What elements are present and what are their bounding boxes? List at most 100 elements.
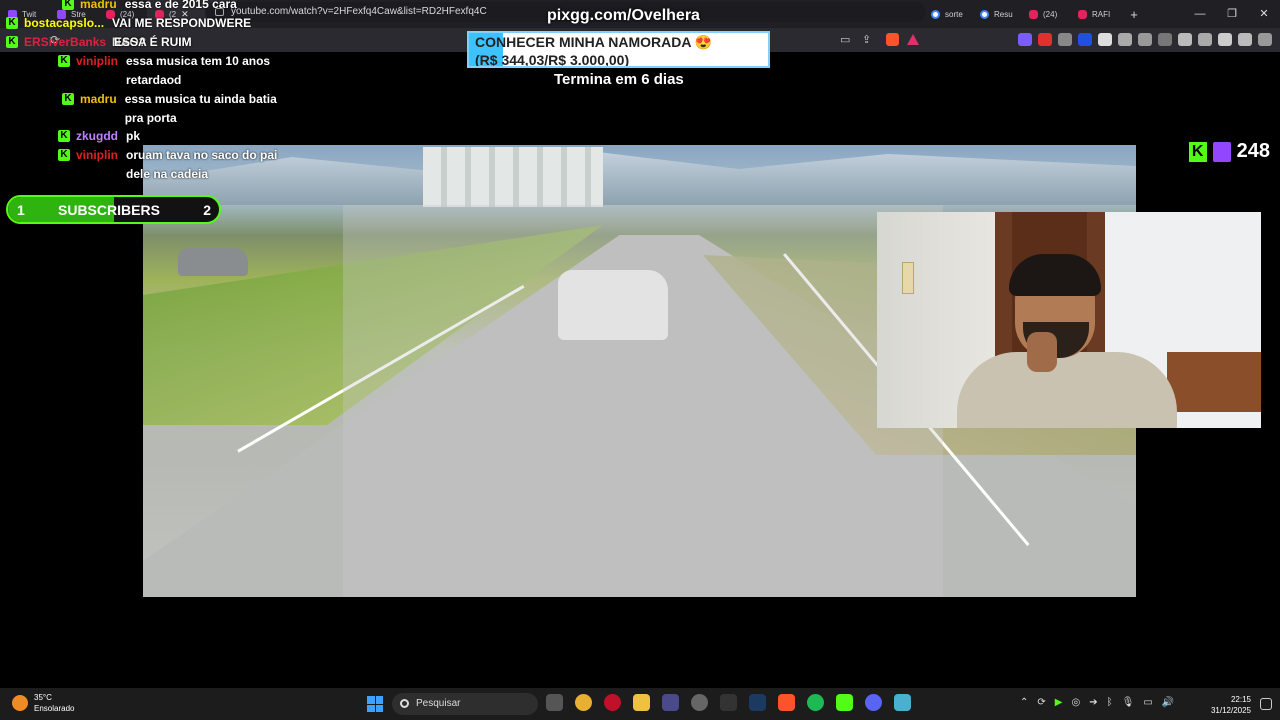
chat-username: madru [80,92,117,106]
chat-message: K ERSiverBanks ESSA É RUIM [6,33,284,52]
kick-badge-icon: K [6,36,18,48]
share-icon[interactable]: ⇪ [862,33,871,46]
notepad-icon[interactable] [894,694,911,711]
weather-temp: 35°C [34,693,52,702]
browser-tab-label: (24) [1043,9,1058,19]
video-car-grey [178,248,248,276]
extension-icon[interactable] [1098,33,1112,46]
file-explorer-icon[interactable] [633,694,650,711]
search-placeholder: Pesquisar [416,698,461,709]
chrome-icon[interactable] [575,694,592,711]
browser-tab-label: sorte [945,9,963,19]
donation-goal-amount: (R$ 344,03/R$ 3.000,00) [475,52,630,68]
taskbar-clock[interactable]: 22:15 31/12/2025 [1211,694,1251,716]
browser-tab[interactable]: RAFI [1070,0,1119,28]
bluetooth-icon[interactable]: ᛒ [1107,697,1113,708]
kick-badge-icon: K [58,149,70,161]
restore-button[interactable]: ❐ [1216,0,1248,28]
chat-message: Kviniplin essa musica tem 10 anos retarda… [58,52,296,90]
browser-tab-label: Resu [994,9,1013,19]
volume-icon[interactable]: 🔊 [1162,697,1174,708]
network-icon[interactable]: ▭ [1143,697,1152,708]
chat-username: viniplin [76,148,118,162]
kick-badge-icon: K [62,0,74,10]
webcam-person-hand [1027,332,1057,372]
brave-icon[interactable] [778,694,795,711]
browser-tab[interactable]: Resu [972,0,1021,28]
taskbar-search[interactable]: Pesquisar [392,693,538,715]
window-controls: — ❐ ✕ [1184,0,1280,28]
extension-icon[interactable] [1018,33,1032,46]
notification-icon[interactable] [1260,698,1272,710]
opera-icon[interactable] [604,694,621,711]
video-overlay-haze [343,205,943,597]
menu-icon[interactable] [1258,33,1272,46]
weather-widget[interactable]: 35°C Ensolarado [12,692,74,714]
chat-text: essa e de 2015 cara [124,0,237,11]
wallet-icon[interactable] [1198,33,1212,46]
minimize-button[interactable]: — [1184,0,1216,28]
media-icon[interactable] [1158,33,1172,46]
extension-icon[interactable] [1078,33,1092,46]
sun-icon [12,695,28,711]
viewer-count-value: 248 [1236,140,1270,162]
webcam-table [1167,352,1261,412]
task-view-icon[interactable] [546,694,563,711]
arrow-icon[interactable]: ➔ [1089,697,1097,708]
kick-app-icon[interactable] [836,694,853,711]
chat-text: pk [126,129,141,143]
chat-username: madru [80,0,117,11]
github-icon[interactable] [691,694,708,711]
chat-message: Kmadru essa e de 2015 cara [62,0,295,14]
clock-time: 22:15 [1230,695,1251,704]
webcam-light-switch [902,262,914,294]
windows-taskbar: 35°C Ensolarado Pesquisar ⌃ ⟳ ▶ ◎ ➔ ᛒ 🎙 … [0,688,1280,720]
chat-message: Kviniplin oruam tava no saco do pai dele … [58,146,296,184]
kick-badge-icon: K [58,55,70,67]
webcam-feed [877,212,1261,428]
brave-shields-icon[interactable] [886,33,899,46]
chevron-up-icon[interactable]: ⌃ [1020,697,1028,708]
vpn-icon[interactable] [1238,33,1252,46]
brave-rewards-icon[interactable] [907,34,919,45]
steam-icon[interactable] [749,694,766,711]
browser-tab[interactable]: (24) [1021,0,1070,28]
app-icon[interactable] [720,694,737,711]
sidebar-icon[interactable] [1178,33,1192,46]
app-icon[interactable] [662,694,679,711]
extension-icon[interactable] [1038,33,1052,46]
mic-icon[interactable]: 🎙 [1122,697,1135,708]
sync-icon[interactable]: ⟳ [1037,697,1045,708]
browser-tab[interactable]: sorte [923,0,972,28]
chrome-icon [931,9,940,19]
extension-icon[interactable] [1138,33,1152,46]
donation-goal-bar: CONHECER MINHA NAMORADA 😍 (R$ 344,03/R$ … [467,31,770,68]
youtube-icon [1029,9,1038,19]
new-tab-button[interactable]: + [1119,7,1149,22]
leo-icon[interactable] [1218,33,1232,46]
subscribers-current: 1 [17,202,25,218]
extensions-toolbar [1018,33,1272,46]
start-button[interactable] [367,696,383,712]
puzzle-icon[interactable] [1118,33,1132,46]
tray-app-icon[interactable]: ◎ [1071,697,1080,708]
system-tray: ⌃ ⟳ ▶ ◎ ➔ ᛒ 🎙 ▭ 🔊 [1020,697,1174,708]
screen-icon[interactable]: ▭ [840,33,850,46]
clock-date: 31/12/2025 [1210,706,1251,715]
chat-username: zkugdd [76,129,118,143]
chat-text: essa musica tu ainda batia pra porta [124,92,277,125]
donation-goal-ends: Termina em 6 dias [554,71,684,88]
chat-message: Kmadru essa musica tu ainda batia pra por… [62,90,295,128]
close-button[interactable]: ✕ [1248,0,1280,28]
discord-icon[interactable] [865,694,882,711]
kick-badge-icon: K [62,93,74,105]
google-icon [980,9,989,19]
kick-badge-icon: K [58,130,70,142]
extension-icon[interactable] [1058,33,1072,46]
youtube-icon [1078,9,1087,19]
chat-text: essa musica tem 10 anos retardaod [126,54,271,87]
spotify-icon[interactable] [807,694,824,711]
viewer-count: K 248 [1188,140,1270,163]
kick-icon: K [1188,141,1207,162]
play-icon[interactable]: ▶ [1055,697,1063,708]
